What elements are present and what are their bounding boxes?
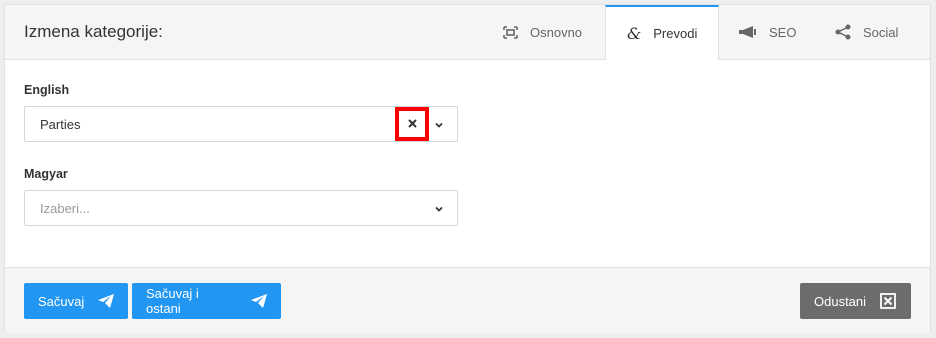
- page-title: Izmena kategorije:: [24, 22, 163, 41]
- paper-plane-icon: [251, 294, 267, 308]
- edit-category-panel: Izmena kategorije: Osnovno & Prevodi SEO…: [4, 4, 931, 333]
- magyar-label: Magyar: [24, 167, 68, 181]
- save-and-stay-button[interactable]: Sačuvaj i ostani: [132, 283, 281, 319]
- save-button[interactable]: Sačuvaj: [24, 283, 128, 319]
- megaphone-icon: [739, 26, 757, 38]
- close-box-icon: [880, 293, 896, 309]
- tab-seo[interactable]: SEO: [739, 5, 819, 59]
- english-select[interactable]: Parties: [24, 106, 458, 142]
- magyar-placeholder: Izaberi...: [40, 201, 90, 216]
- cancel-button[interactable]: Odustani: [800, 283, 911, 319]
- ampersand-icon: &: [627, 24, 642, 43]
- magyar-select[interactable]: Izaberi...: [24, 190, 458, 226]
- panel-header: Izmena kategorije: Osnovno & Prevodi SEO…: [5, 5, 930, 60]
- chevron-down-icon[interactable]: [433, 118, 445, 130]
- close-icon: [407, 115, 417, 133]
- share-icon: [835, 24, 851, 40]
- paper-plane-icon: [98, 294, 115, 308]
- panel-footer: Sačuvaj Sačuvaj i ostani Odustani: [5, 267, 930, 333]
- cancel-button-label: Odustani: [814, 293, 867, 309]
- english-selected-value: Parties: [40, 117, 81, 132]
- english-label: English: [24, 83, 70, 97]
- tab-social[interactable]: Social: [835, 5, 925, 59]
- chevron-down-icon[interactable]: [433, 202, 445, 214]
- tab-osnovno[interactable]: Osnovno: [503, 5, 603, 59]
- save-button-label: Sačuvaj: [38, 293, 85, 309]
- tab-prevodi[interactable]: & Prevodi: [605, 5, 719, 60]
- clear-selection-button[interactable]: [395, 107, 429, 141]
- frame-icon: [503, 25, 518, 39]
- tab-label: SEO: [769, 24, 797, 40]
- tab-label: Osnovno: [530, 24, 583, 40]
- tab-label: Prevodi: [653, 26, 698, 41]
- tab-label: Social: [863, 24, 899, 40]
- save-and-stay-button-label: Sačuvaj i ostani: [146, 286, 199, 316]
